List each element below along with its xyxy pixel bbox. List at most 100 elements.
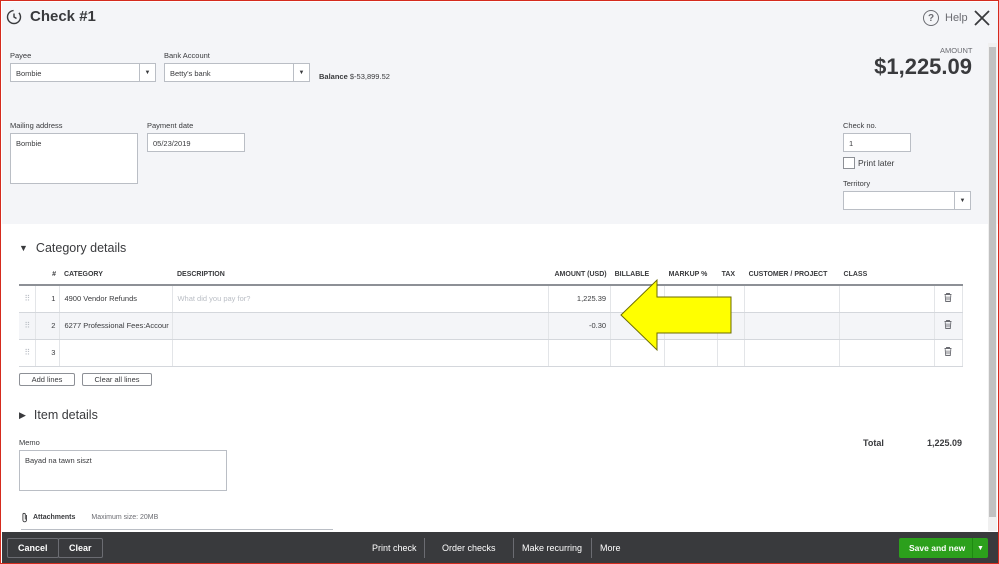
total-label: Total bbox=[863, 438, 884, 448]
check-header: Check #1 ? Help Payee Bombie ▼ Bank Acco… bbox=[2, 2, 998, 224]
clear-button[interactable]: Clear bbox=[58, 538, 103, 558]
total-value: 1,225.09 bbox=[926, 438, 962, 448]
check-no-field[interactable]: 1 bbox=[843, 133, 911, 152]
save-and-new-button[interactable]: Save and new ▼ bbox=[899, 538, 988, 558]
territory-label: Territory bbox=[843, 179, 871, 188]
cancel-button[interactable]: Cancel bbox=[7, 538, 59, 558]
col-drag bbox=[19, 265, 36, 286]
check-no-label: Check no. bbox=[843, 121, 877, 130]
caret-down-icon[interactable]: ▼ bbox=[972, 538, 988, 558]
caret-down-icon: ▼ bbox=[19, 243, 28, 253]
balance-value: $-53,899.52 bbox=[349, 72, 390, 81]
class-cell[interactable] bbox=[839, 339, 935, 367]
payee-select[interactable]: Bombie ▼ bbox=[10, 63, 156, 82]
mailing-address-label: Mailing address bbox=[10, 121, 63, 130]
footer-divider bbox=[513, 538, 514, 558]
description-cell[interactable] bbox=[172, 312, 550, 340]
print-later-checkbox[interactable] bbox=[843, 157, 855, 169]
print-later-label: Print later bbox=[858, 158, 895, 168]
clear-all-lines-button[interactable]: Clear all lines bbox=[82, 373, 152, 386]
row-number: 1 bbox=[35, 285, 61, 313]
chevron-down-icon[interactable]: ▼ bbox=[139, 64, 155, 81]
class-cell[interactable] bbox=[839, 312, 935, 340]
payee-label: Payee bbox=[10, 51, 32, 60]
payment-date-value: 05/23/2019 bbox=[153, 139, 191, 148]
customer-project-cell[interactable] bbox=[744, 285, 841, 313]
category-details-toggle[interactable]: ▼ Category details bbox=[19, 241, 126, 255]
bank-account-select[interactable]: Betty's bank ▼ bbox=[164, 63, 310, 82]
balance-label: Balance bbox=[319, 72, 348, 81]
payment-date-field[interactable]: 05/23/2019 bbox=[147, 133, 245, 152]
bank-account-value: Betty's bank bbox=[170, 69, 211, 78]
check-no-value: 1 bbox=[849, 139, 854, 148]
help-label: Help bbox=[945, 12, 968, 24]
order-checks-button[interactable]: Order checks bbox=[442, 532, 496, 563]
table-row[interactable]: ⠿ 1 4900 Vendor Refunds What did you pay… bbox=[19, 285, 964, 313]
category-cell[interactable] bbox=[59, 339, 174, 367]
footer-divider bbox=[424, 538, 425, 558]
payment-date-label: Payment date bbox=[147, 121, 194, 130]
item-details-toggle[interactable]: ▶ Item details bbox=[19, 408, 98, 422]
chevron-down-icon[interactable]: ▼ bbox=[954, 192, 970, 209]
add-lines-button[interactable]: Add lines bbox=[19, 373, 75, 386]
check-window: Check #1 ? Help Payee Bombie ▼ Bank Acco… bbox=[0, 0, 999, 564]
page-title: Check #1 bbox=[30, 8, 96, 25]
amount-cell[interactable] bbox=[548, 339, 612, 367]
description-cell[interactable] bbox=[172, 339, 550, 367]
row-number: 3 bbox=[35, 339, 61, 367]
col-trash bbox=[934, 265, 963, 286]
customer-project-cell[interactable] bbox=[744, 312, 841, 340]
col-header-amount: AMOUNT (USD) bbox=[548, 265, 611, 286]
scrollbar-thumb[interactable] bbox=[989, 47, 996, 517]
paperclip-icon[interactable] bbox=[21, 512, 29, 523]
mailing-address-field[interactable]: Bombie bbox=[10, 133, 138, 184]
amount-value: $1,225.09 bbox=[874, 54, 972, 79]
description-cell[interactable]: What did you pay for? bbox=[172, 285, 550, 313]
drag-handle-icon[interactable]: ⠿ bbox=[19, 339, 37, 367]
col-header-category: CATEGORY bbox=[59, 265, 173, 286]
attachments-dropzone-edge bbox=[21, 529, 333, 531]
item-details-title: Item details bbox=[33, 408, 98, 422]
row-number: 2 bbox=[35, 312, 61, 340]
col-header-description: DESCRIPTION bbox=[172, 265, 549, 286]
col-header-class: CLASS bbox=[839, 265, 935, 286]
close-icon[interactable] bbox=[973, 9, 991, 27]
save-and-new-label: Save and new bbox=[909, 543, 966, 553]
bank-account-label: Bank Account bbox=[164, 51, 210, 60]
table-row[interactable]: ⠿ 3 bbox=[19, 339, 964, 367]
chevron-down-icon[interactable]: ▼ bbox=[293, 64, 309, 81]
help-link[interactable]: ? Help bbox=[923, 10, 968, 26]
category-cell[interactable]: 4900 Vendor Refunds bbox=[59, 285, 174, 313]
trash-icon[interactable] bbox=[934, 285, 964, 313]
make-recurring-button[interactable]: Make recurring bbox=[522, 532, 582, 563]
trash-icon[interactable] bbox=[934, 339, 964, 367]
annotation-arrow bbox=[620, 278, 732, 352]
balance-readout: Balance $-53,899.52 bbox=[319, 72, 390, 81]
amount-cell[interactable]: 1,225.39 bbox=[548, 285, 612, 313]
more-button[interactable]: More bbox=[600, 532, 621, 563]
memo-label: Memo bbox=[19, 438, 40, 447]
footer-divider bbox=[591, 538, 592, 558]
caret-right-icon: ▶ bbox=[19, 409, 26, 420]
drag-handle-icon[interactable]: ⠿ bbox=[19, 285, 37, 313]
print-check-button[interactable]: Print check bbox=[372, 532, 417, 563]
territory-select[interactable]: ▼ bbox=[843, 191, 971, 210]
customer-project-cell[interactable] bbox=[744, 339, 841, 367]
col-header-customer-project: CUSTOMER / PROJECT bbox=[744, 265, 840, 286]
memo-value: Bayad na tawn siszt bbox=[25, 456, 92, 465]
class-cell[interactable] bbox=[839, 285, 935, 313]
trash-icon[interactable] bbox=[934, 312, 964, 340]
category-cell[interactable]: 6277 Professional Fees:Accour bbox=[59, 312, 174, 340]
history-clock-icon[interactable] bbox=[6, 9, 22, 25]
help-circle-icon: ? bbox=[923, 10, 939, 26]
title-row: Check #1 bbox=[6, 8, 96, 25]
amount-cell[interactable]: -0.30 bbox=[548, 312, 612, 340]
memo-field[interactable]: Bayad na tawn siszt bbox=[19, 450, 227, 491]
col-header-num: # bbox=[35, 265, 60, 286]
table-row[interactable]: ⠿ 2 6277 Professional Fees:Accour -0.30 bbox=[19, 312, 964, 340]
drag-handle-icon[interactable]: ⠿ bbox=[19, 312, 37, 340]
scrollbar[interactable] bbox=[988, 43, 997, 531]
category-table: # CATEGORY DESCRIPTION AMOUNT (USD) BILL… bbox=[19, 265, 964, 367]
attachments-label[interactable]: Attachments bbox=[33, 514, 75, 521]
mailing-address-value: Bombie bbox=[16, 139, 42, 148]
